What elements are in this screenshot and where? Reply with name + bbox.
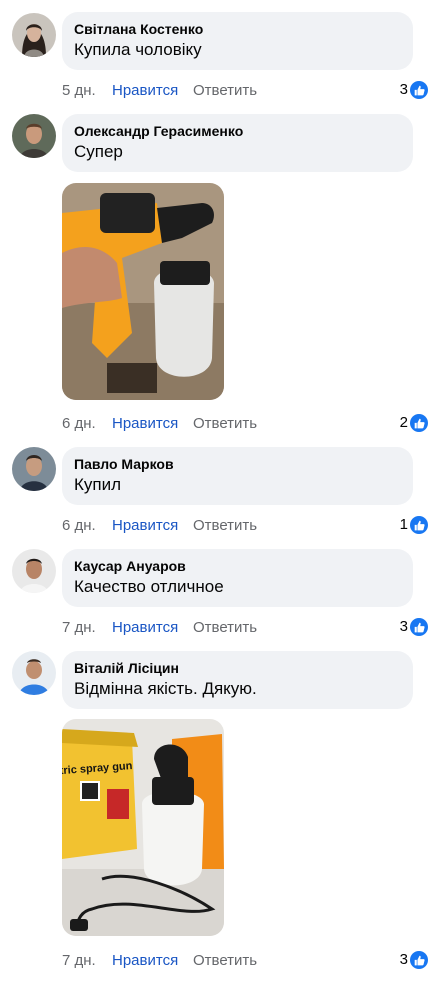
- comment-author[interactable]: Віталій Лісіцин: [74, 659, 401, 677]
- avatar[interactable]: [12, 549, 56, 593]
- comment-text: Супер: [74, 142, 123, 161]
- comment-time[interactable]: 7 дн.: [62, 618, 96, 638]
- reaction-count: 3: [399, 951, 408, 968]
- reaction-summary[interactable]: 1: [400, 515, 428, 535]
- comment-text: Качество отличное: [74, 577, 224, 596]
- reaction-summary[interactable]: 3: [400, 80, 428, 100]
- like-button[interactable]: Нравится: [112, 414, 178, 434]
- comment-author[interactable]: Світлана Костенко: [74, 20, 401, 38]
- reaction-count: 1: [399, 516, 408, 533]
- comment-time[interactable]: 7 дн.: [62, 951, 96, 971]
- thumbs-up-icon: [410, 516, 428, 534]
- reply-button[interactable]: Ответить: [193, 618, 257, 638]
- avatar[interactable]: [12, 447, 56, 491]
- reaction-summary[interactable]: 2: [400, 413, 428, 433]
- comment-text: Купила чоловіку: [74, 40, 202, 59]
- attached-photo[interactable]: tric spray gun: [62, 719, 224, 936]
- comment-bubble: Каусар Ануаров Качество отличное: [62, 549, 413, 607]
- reaction-summary[interactable]: 3: [400, 617, 428, 637]
- avatar[interactable]: [12, 114, 56, 158]
- attached-photo[interactable]: [62, 183, 224, 400]
- comment-time[interactable]: 5 дн.: [62, 81, 96, 101]
- reaction-count: 2: [399, 414, 408, 431]
- comment-time[interactable]: 6 дн.: [62, 414, 96, 434]
- comment-bubble: Павло Марков Купил: [62, 447, 413, 505]
- avatar[interactable]: [12, 13, 56, 57]
- comment-author[interactable]: Каусар Ануаров: [74, 557, 401, 575]
- like-button[interactable]: Нравится: [112, 618, 178, 638]
- comment-bubble: Олександр Герасименко Супер: [62, 114, 413, 172]
- comment-text: Відмінна якість. Дякую.: [74, 679, 257, 698]
- comment-author[interactable]: Павло Марков: [74, 455, 401, 473]
- reply-button[interactable]: Ответить: [193, 951, 257, 971]
- comment-author[interactable]: Олександр Герасименко: [74, 122, 401, 140]
- thumbs-up-icon: [410, 81, 428, 99]
- thumbs-up-icon: [410, 951, 428, 969]
- thumbs-up-icon: [410, 618, 428, 636]
- comment-time[interactable]: 6 дн.: [62, 516, 96, 536]
- reply-button[interactable]: Ответить: [193, 516, 257, 536]
- like-button[interactable]: Нравится: [112, 516, 178, 536]
- reply-button[interactable]: Ответить: [193, 414, 257, 434]
- reply-button[interactable]: Ответить: [193, 81, 257, 101]
- comment-bubble: Віталій Лісіцин Відмінна якість. Дякую.: [62, 651, 413, 709]
- comment-bubble: Світлана Костенко Купила чоловіку: [62, 12, 413, 70]
- like-button[interactable]: Нравится: [112, 951, 178, 971]
- avatar[interactable]: [12, 651, 56, 695]
- reaction-summary[interactable]: 3: [400, 950, 428, 970]
- like-button[interactable]: Нравится: [112, 81, 178, 101]
- comment-text: Купил: [74, 475, 122, 494]
- reaction-count: 3: [399, 81, 408, 98]
- thumbs-up-icon: [410, 414, 428, 432]
- reaction-count: 3: [399, 618, 408, 635]
